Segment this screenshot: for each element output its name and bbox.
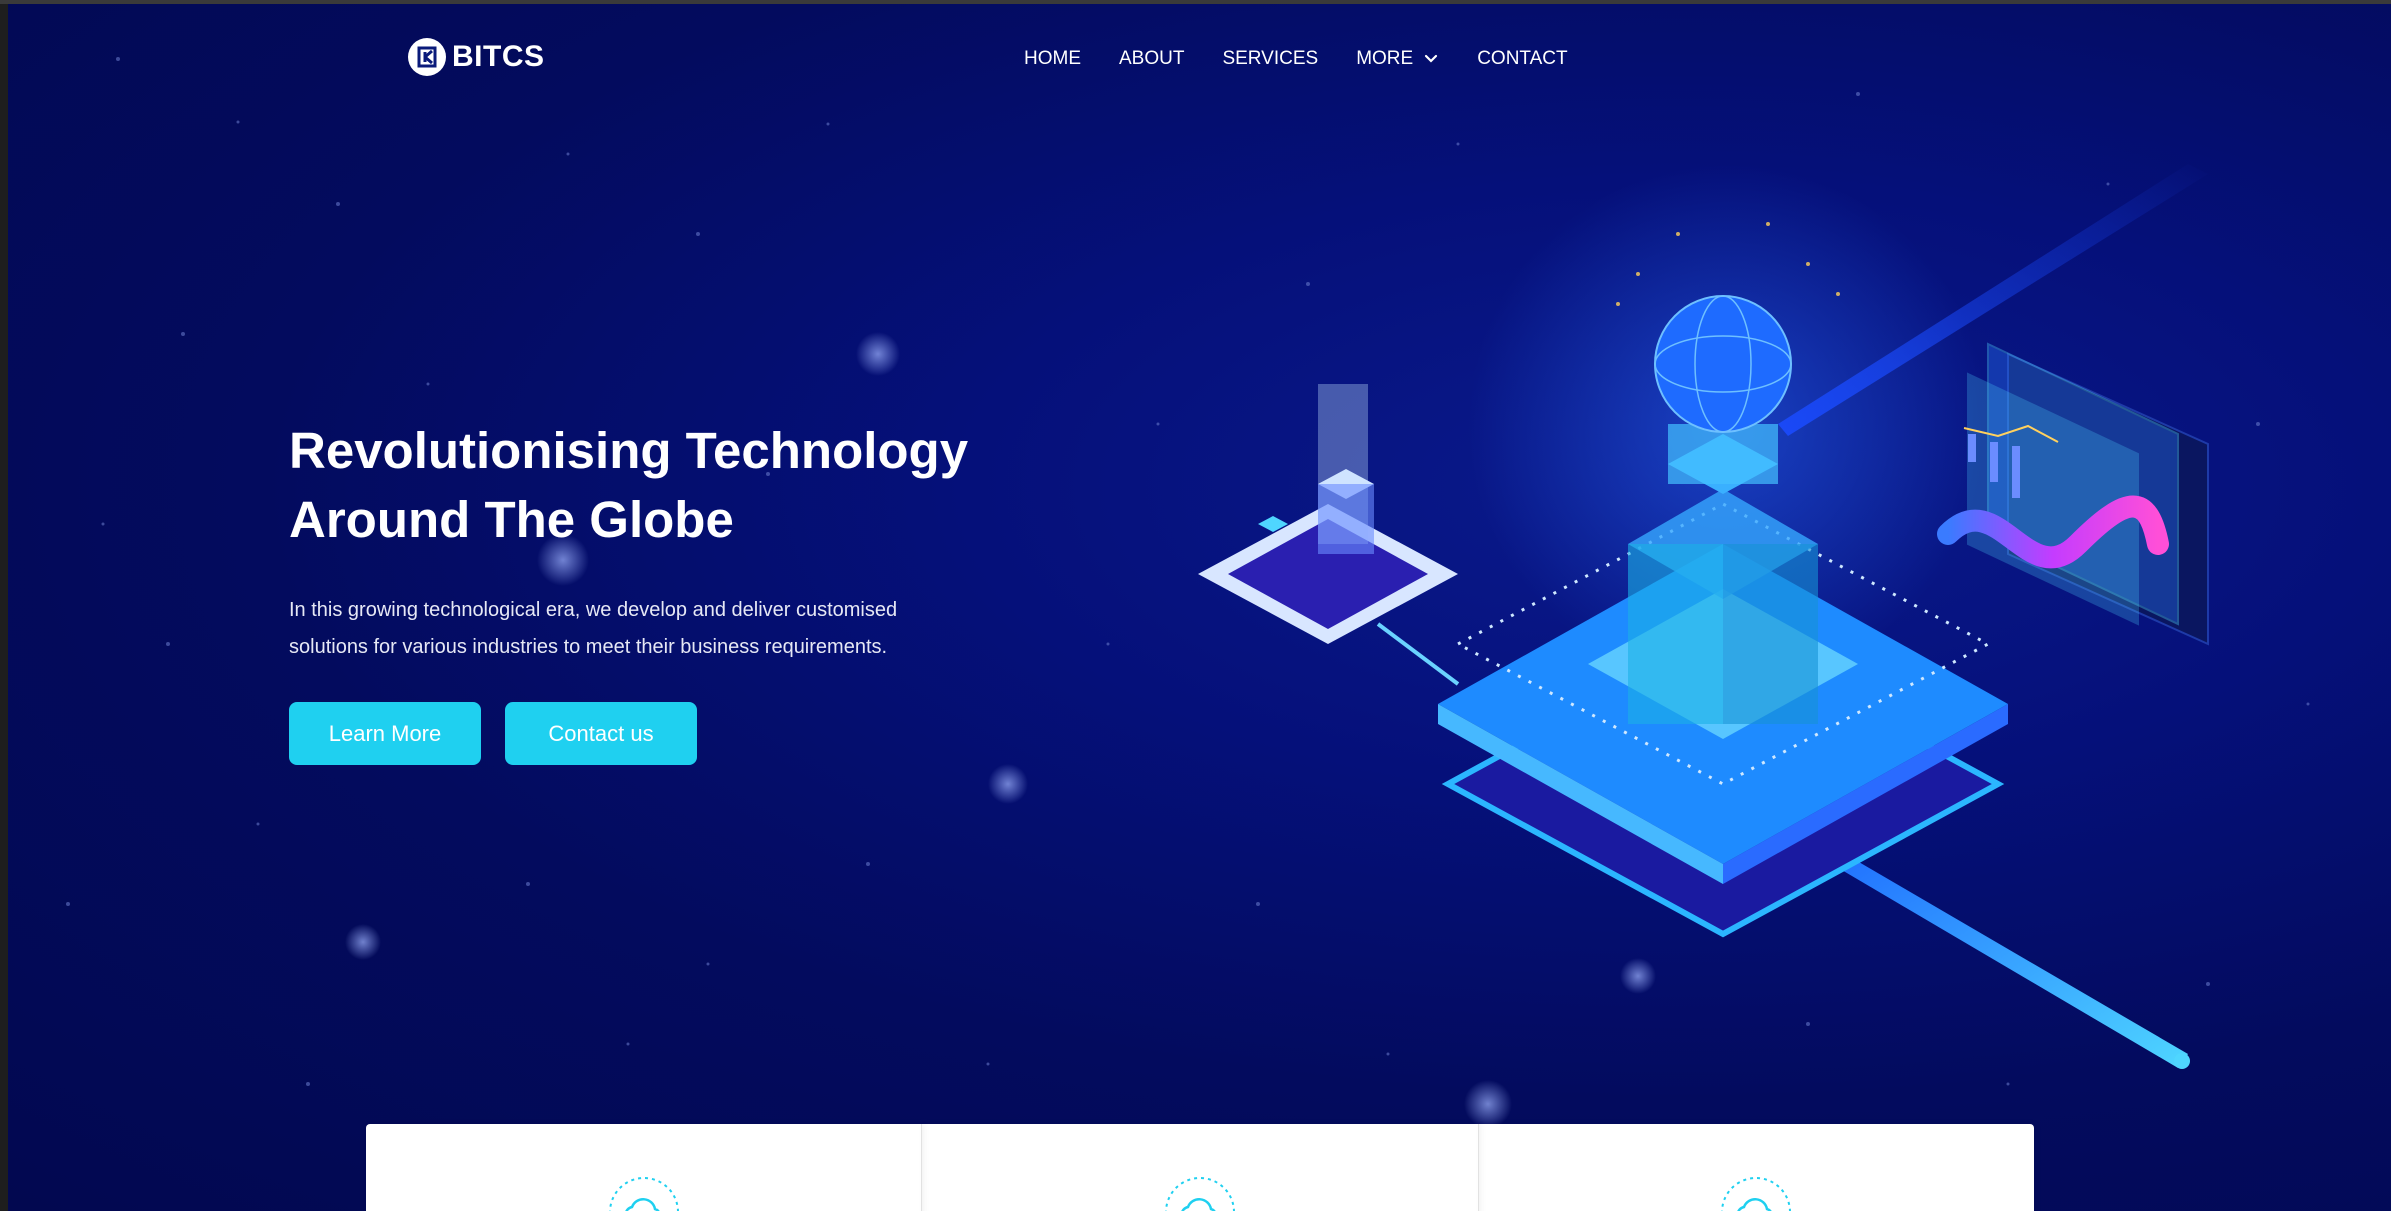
page-viewport: BITCS HOME ABOUT SERVICES MORE CONTACT R… bbox=[8, 4, 2391, 1211]
brand-name: BITCS bbox=[452, 40, 545, 73]
bitcs-logo-icon bbox=[408, 38, 446, 76]
nav-more[interactable]: MORE bbox=[1356, 48, 1439, 70]
contact-us-button[interactable]: Contact us bbox=[505, 702, 697, 765]
feature-card[interactable] bbox=[922, 1124, 1479, 1211]
hero-description: In this growing technological era, we de… bbox=[289, 592, 1009, 666]
isometric-tech-illustration bbox=[1198, 164, 2209, 1069]
hero-title-line-2: Around The Globe bbox=[289, 491, 734, 548]
feature-cards bbox=[366, 1124, 2034, 1211]
cloud-icon bbox=[1721, 1177, 1792, 1211]
main-nav: HOME ABOUT SERVICES MORE CONTACT bbox=[1024, 48, 1568, 70]
nav-contact[interactable]: CONTACT bbox=[1477, 48, 1567, 70]
hero-title: Revolutionising Technology Around The Gl… bbox=[289, 416, 1089, 554]
nav-home[interactable]: HOME bbox=[1024, 48, 1081, 70]
feature-card[interactable] bbox=[366, 1124, 923, 1211]
hero-description-line-2: solutions for various industries to meet… bbox=[289, 636, 888, 658]
window-left-edge bbox=[0, 4, 8, 1211]
nav-services[interactable]: SERVICES bbox=[1222, 48, 1318, 70]
learn-more-button[interactable]: Learn More bbox=[289, 702, 481, 765]
nav-more-label: MORE bbox=[1356, 48, 1414, 69]
hero-description-line-1: In this growing technological era, we de… bbox=[289, 599, 898, 621]
hero-title-line-1: Revolutionising Technology bbox=[289, 422, 969, 479]
cloud-icon bbox=[608, 1177, 679, 1211]
cloud-icon bbox=[1165, 1177, 1235, 1211]
nav-about[interactable]: ABOUT bbox=[1119, 48, 1184, 70]
feature-card[interactable] bbox=[1479, 1124, 2034, 1211]
brand-logo[interactable]: BITCS bbox=[408, 38, 545, 76]
chevron-down-icon bbox=[1425, 54, 1438, 63]
